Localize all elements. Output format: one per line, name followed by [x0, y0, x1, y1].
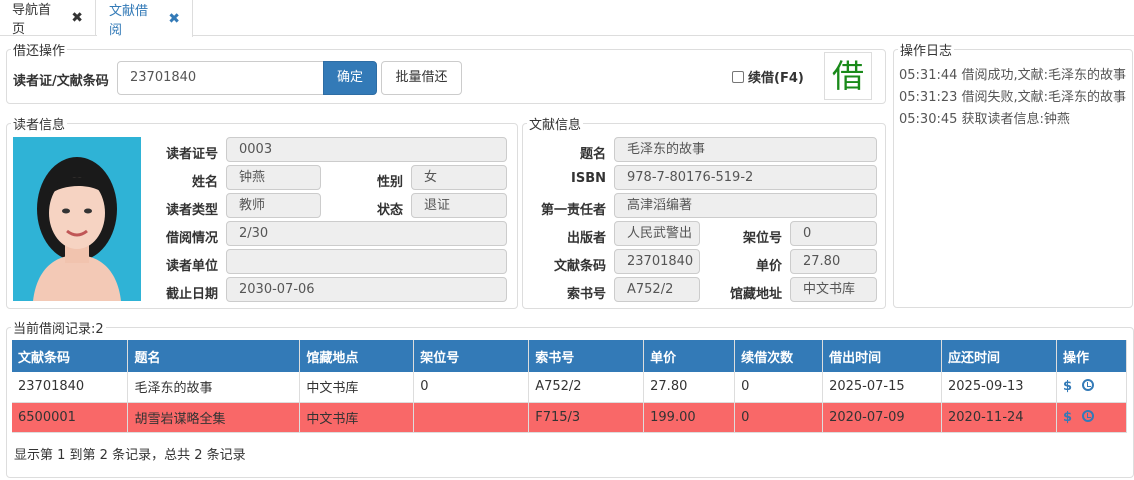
- close-icon[interactable]: ✖: [71, 10, 83, 26]
- cell-title: 毛泽东的故事: [127, 372, 301, 403]
- call-number-label: 索书号: [566, 287, 606, 302]
- cell-actions: $: [1056, 372, 1128, 403]
- renew-label: 续借(F4): [748, 71, 804, 86]
- column-header[interactable]: 索书号: [528, 340, 645, 372]
- tab-borrow[interactable]: 文献借阅 ✖: [97, 0, 193, 38]
- cell-location: 中文书库: [299, 372, 415, 403]
- log-line: 05:31:44 借阅成功,文献:毛泽东的故事: [899, 68, 1127, 83]
- name-field: 钟燕: [226, 165, 321, 190]
- tab-home-label: 导航首页: [12, 3, 52, 37]
- reader-type-field: 教师: [226, 193, 321, 218]
- document-info-legend: 文献信息: [529, 118, 582, 133]
- publisher-label: 出版者: [566, 231, 606, 246]
- cell-due-date: 2020-11-24: [941, 402, 1057, 433]
- status-label: 状态: [376, 203, 403, 218]
- column-header[interactable]: 应还时间: [941, 340, 1057, 372]
- column-header[interactable]: 单价: [643, 340, 736, 372]
- title-field: 毛泽东的故事: [614, 137, 877, 162]
- borrow-mode-indicator: 借: [824, 52, 872, 100]
- tab-home[interactable]: 导航首页 ✖: [0, 0, 96, 37]
- reader-unit-field: [226, 249, 507, 274]
- location-field: 中文书库: [790, 277, 877, 302]
- current-records-legend: 当前借阅记录:2: [13, 322, 104, 337]
- reader-unit-label: 读者单位: [165, 259, 218, 274]
- cell-renew-count: 0: [734, 402, 824, 433]
- column-header[interactable]: 架位号: [413, 340, 530, 372]
- reader-type-label: 读者类型: [165, 203, 218, 218]
- name-label: 姓名: [191, 175, 218, 190]
- borrow-status-label: 借阅情况: [165, 231, 218, 246]
- shelf-label: 架位号: [742, 231, 782, 246]
- clock-icon[interactable]: [1082, 409, 1095, 422]
- isbn-label: ISBN: [571, 171, 606, 186]
- renew-checkbox[interactable]: [732, 70, 744, 83]
- call-number-field: A752/2: [614, 277, 700, 302]
- column-header[interactable]: 续借次数: [734, 340, 824, 372]
- gender-field: 女: [411, 165, 507, 190]
- column-header[interactable]: 馆藏地点: [299, 340, 415, 372]
- dollar-icon[interactable]: $: [1063, 410, 1072, 425]
- title-label: 题名: [579, 147, 606, 162]
- cell-shelf: [413, 402, 530, 433]
- cell-barcode: 6500001: [12, 402, 129, 433]
- cell-barcode: 23701840: [12, 372, 129, 403]
- renew-checkbox-wrap[interactable]: 续借(F4): [732, 67, 804, 86]
- gender-label: 性别: [376, 175, 403, 190]
- author-label: 第一责任者: [540, 203, 606, 218]
- column-header[interactable]: 文献条码: [12, 340, 129, 372]
- cell-price: 27.80: [643, 372, 736, 403]
- reader-info-legend: 读者信息: [13, 118, 66, 133]
- column-header: 操作: [1056, 340, 1128, 372]
- close-icon[interactable]: ✖: [168, 11, 180, 27]
- batch-borrow-button[interactable]: 批量借还: [381, 61, 462, 95]
- table-header-row: 文献条码 题名 馆藏地点 架位号 索书号 单价 续借次数 借出时间 应还时间 操…: [12, 340, 1128, 372]
- log-line: 05:30:45 获取读者信息:钟燕: [899, 112, 1070, 127]
- shelf-field: 0: [790, 221, 877, 246]
- cell-call-number: F715/3: [528, 402, 645, 433]
- cell-shelf: 0: [413, 372, 530, 403]
- log-line: 05:31:23 借阅失败,文献:毛泽东的故事: [899, 90, 1127, 105]
- column-header[interactable]: 题名: [127, 340, 301, 372]
- operation-log-legend: 操作日志: [900, 44, 953, 59]
- doc-barcode-label: 文献条码: [553, 259, 606, 274]
- cell-actions: $: [1056, 402, 1128, 433]
- pagination-info: 显示第 1 到第 2 条记录，总共 2 条记录: [14, 448, 246, 463]
- cell-borrow-date: 2020-07-09: [822, 402, 943, 433]
- tab-borrow-label: 文献借阅: [109, 3, 149, 38]
- cell-title: 胡雪岩谋略全集: [127, 402, 301, 433]
- doc-barcode-field: 23701840: [614, 249, 700, 274]
- location-label: 馆藏地址: [729, 287, 782, 302]
- table-row[interactable]: 23701840 毛泽东的故事 中文书库 0 A752/2 27.80 0 20…: [12, 372, 1128, 403]
- cell-call-number: A752/2: [528, 372, 645, 403]
- confirm-button[interactable]: 确定: [323, 61, 377, 95]
- borrow-operation-legend: 借还操作: [13, 44, 66, 59]
- cell-due-date: 2025-09-13: [941, 372, 1057, 403]
- dollar-icon[interactable]: $: [1063, 379, 1072, 394]
- cell-borrow-date: 2025-07-15: [822, 372, 943, 403]
- isbn-field: 978-7-80176-519-2: [614, 165, 877, 190]
- expire-date-field: 2030-07-06: [226, 277, 507, 302]
- reader-photo: [13, 137, 141, 301]
- cell-price: 199.00: [643, 402, 736, 433]
- cell-renew-count: 0: [734, 372, 824, 403]
- card-no-label: 读者证号: [165, 147, 218, 162]
- clock-icon[interactable]: [1082, 379, 1095, 392]
- expire-date-label: 截止日期: [165, 287, 218, 302]
- price-field: 27.80: [790, 249, 877, 274]
- tab-bar: 导航首页 ✖ 文献借阅 ✖: [0, 0, 1134, 38]
- borrow-status-field: 2/30: [226, 221, 507, 246]
- card-no-field: 0003: [226, 137, 507, 162]
- publisher-field: 人民武警出: [614, 221, 700, 246]
- records-table: 文献条码 题名 馆藏地点 架位号 索书号 单价 续借次数 借出时间 应还时间 操…: [12, 340, 1128, 433]
- price-label: 单价: [755, 259, 782, 274]
- barcode-input[interactable]: 23701840: [117, 61, 324, 95]
- barcode-label: 读者证/文献条码: [13, 74, 109, 89]
- table-row[interactable]: 6500001 胡雪岩谋略全集 中文书库 F715/3 199.00 0 202…: [12, 402, 1128, 433]
- status-field: 退证: [411, 193, 507, 218]
- column-header[interactable]: 借出时间: [822, 340, 943, 372]
- cell-location: 中文书库: [299, 402, 415, 433]
- author-field: 高津滔编著: [614, 193, 877, 218]
